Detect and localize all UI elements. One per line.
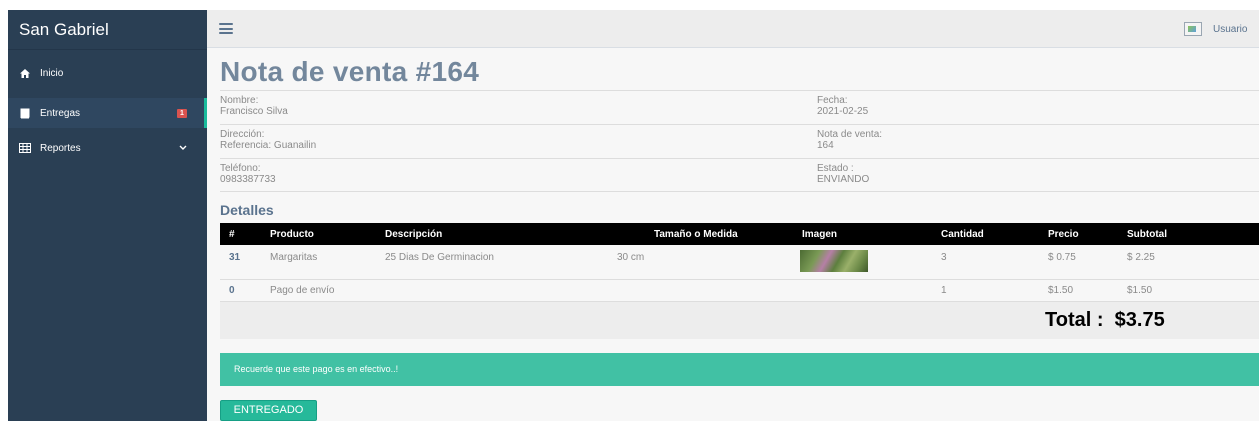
subtotal: $ 2.25 (1127, 252, 1155, 263)
fecha-field: Fecha: 2021-02-25 (817, 95, 868, 117)
estado-label: Estado : (817, 163, 854, 174)
info-row: Nombre: Francisco Silva Fecha: 2021-02-2… (220, 90, 1259, 124)
quantity: 3 (941, 252, 947, 263)
payment-notice: Recuerde que este pago es en efectivo..! (220, 353, 1259, 386)
user-menu-label[interactable]: Usuario (1213, 24, 1247, 35)
brand-title[interactable]: San Gabriel (8, 10, 207, 50)
fecha-label: Fecha: (817, 95, 848, 106)
estado-field: Estado : ENVIANDO (817, 163, 869, 185)
product-name: Pago de envío (270, 285, 335, 296)
notification-badge: 1 (177, 109, 187, 118)
nota-label: Nota de venta: (817, 129, 883, 140)
sidebar-item-inicio[interactable]: Inicio (8, 58, 207, 88)
chevron-down-icon (179, 143, 187, 154)
sidebar-item-entregas[interactable]: Entregas 1 (8, 98, 207, 128)
column-header: Producto (270, 229, 314, 240)
direccion-label: Dirección: (220, 129, 265, 140)
nombre-value: Francisco Silva (220, 106, 288, 117)
product-description: 25 Dias De Germinacion (385, 252, 494, 263)
telefono-label: Teléfono: (220, 163, 261, 174)
column-header: Subtotal (1127, 229, 1167, 240)
column-header: Cantidad (941, 229, 984, 240)
book-icon (19, 107, 33, 119)
subtotal: $1.50 (1127, 285, 1153, 296)
row-number: 0 (229, 285, 235, 296)
quantity: 1 (941, 285, 947, 296)
table-header: # Producto Descripción Tamaño o Medida I… (220, 223, 1259, 245)
telefono-field: Teléfono: 0983387733 (220, 163, 276, 185)
direccion-value: Referencia: Guanailin (220, 140, 317, 151)
estado-value: ENVIANDO (817, 174, 870, 185)
total-row: Total : $3.75 (220, 302, 1259, 339)
product-name: Margaritas (270, 252, 318, 263)
sidebar-item-reportes[interactable]: Reportes (8, 133, 207, 163)
column-header: # (229, 229, 235, 240)
info-row: Dirección: Referencia: Guanailin Nota de… (220, 124, 1259, 158)
table-icon (19, 142, 33, 154)
column-header: Descripción (385, 229, 443, 240)
top-navbar: Usuario (207, 10, 1259, 48)
product-size: 30 cm (617, 252, 645, 263)
column-header: Imagen (802, 229, 838, 240)
entregado-button[interactable]: ENTREGADO (220, 400, 317, 421)
page-title: Nota de venta #164 (220, 56, 480, 87)
nombre-label: Nombre: (220, 95, 259, 106)
home-icon (19, 67, 33, 79)
column-header: Precio (1048, 229, 1079, 240)
nota-value: 164 (817, 140, 834, 151)
menu-toggle-icon[interactable] (219, 23, 233, 34)
sidebar-item-label: Reportes (40, 142, 81, 154)
price: $ 0.75 (1048, 252, 1076, 263)
direccion-field: Dirección: Referencia: Guanailin (220, 129, 316, 151)
user-avatar[interactable] (1184, 22, 1202, 36)
sidebar-item-label: Entregas (40, 107, 81, 119)
total-amount: Total : $3.75 (1045, 309, 1165, 332)
nota-field: Nota de venta: 164 (817, 129, 882, 151)
table-row: 31 Margaritas 25 Dias De Germinacion 30 … (220, 245, 1259, 280)
details-title: Detalles (220, 202, 274, 218)
info-row: Teléfono: 0983387733 Estado : ENVIANDO (220, 158, 1259, 192)
telefono-value: 0983387733 (220, 174, 276, 185)
main-content: Nota de venta #164 Nombre: Francisco Sil… (207, 48, 1259, 421)
sidebar: San Gabriel Inicio Entregas 1 Reportes (8, 10, 207, 421)
total-label: Total : (1045, 309, 1104, 331)
fecha-value: 2021-02-25 (817, 106, 869, 117)
total-value: $3.75 (1114, 309, 1165, 331)
table-row: 0 Pago de envío 1 $1.50 $1.50 (220, 280, 1259, 302)
nombre-field: Nombre: Francisco Silva (220, 95, 288, 117)
row-number: 31 (229, 252, 241, 263)
column-header: Tamaño o Medida (654, 229, 738, 240)
product-image (800, 250, 868, 272)
price: $1.50 (1048, 285, 1074, 296)
sidebar-item-label: Inicio (40, 67, 64, 79)
